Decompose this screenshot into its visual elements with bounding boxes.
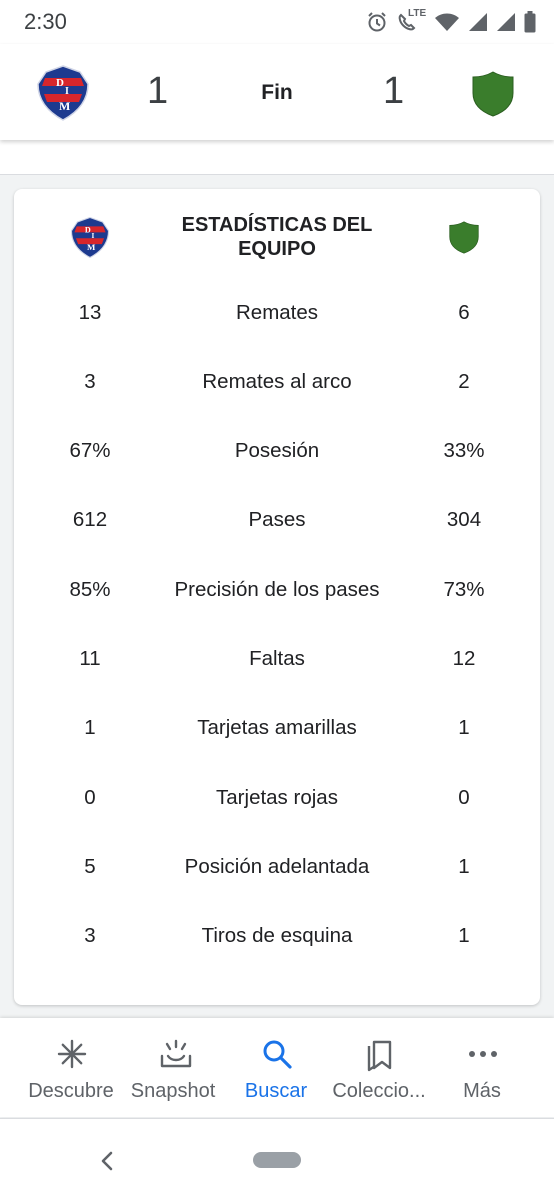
stat-label: Tiros de esquina <box>201 924 353 947</box>
svg-text:I: I <box>91 231 94 240</box>
stats-title: ESTADÍSTICAS DEL EQUIPO <box>181 214 373 260</box>
system-navigation-bar <box>0 1118 554 1201</box>
stat-row: 13 Remates 6 <box>14 301 540 331</box>
stat-row: 0 Tarjetas rojas 0 <box>14 786 540 816</box>
stat-row: 3 Remates al arco 2 <box>14 370 540 400</box>
home-pill-button[interactable] <box>253 1152 301 1168</box>
away-team-shield-icon <box>472 71 514 122</box>
stat-label: Remates al arco <box>202 370 352 393</box>
away-value: 1 <box>458 924 470 947</box>
stat-row: 5 Posición adelantada 1 <box>14 855 540 885</box>
home-value: 3 <box>84 924 96 947</box>
cell-signal-icon <box>496 12 516 32</box>
nav-collections[interactable]: Coleccio... <box>324 1018 434 1117</box>
team-stats-card: D I M ESTADÍSTICAS DEL EQUIPO 13 Remates… <box>14 189 540 1005</box>
status-time: 2:30 <box>24 9 67 34</box>
home-value: 11 <box>79 647 101 670</box>
stat-label: Faltas <box>249 647 305 670</box>
stat-label: Tarjetas amarillas <box>197 716 357 739</box>
collections-icon <box>367 1040 392 1072</box>
match-score-header[interactable]: D I M 1 Fin 1 <box>0 44 554 140</box>
bottom-navigation: Descubre Snapshot Buscar Coleccio... Más <box>0 1018 554 1117</box>
cell-signal-icon <box>468 12 488 32</box>
away-value: 6 <box>458 301 470 324</box>
lte-label: LTE <box>408 8 427 19</box>
stat-row: 67% Posesión 33% <box>14 439 540 469</box>
stat-label: Precisión de los pases <box>174 578 380 601</box>
nav-more[interactable]: Más <box>427 1018 537 1117</box>
stat-row: 1 Tarjetas amarillas 1 <box>14 716 540 746</box>
stat-label: Posesión <box>234 439 320 462</box>
stat-label: Remates <box>235 301 319 324</box>
stat-row: 612 Pases 304 <box>14 508 540 538</box>
stat-row: 85% Precisión de los pases 73% <box>14 578 540 608</box>
back-chevron-icon[interactable] <box>97 1149 117 1178</box>
home-value: 3 <box>84 370 96 393</box>
asterisk-icon <box>57 1039 87 1069</box>
battery-icon <box>524 11 536 33</box>
away-value: 304 <box>446 508 482 531</box>
away-value: 73% <box>443 578 485 601</box>
away-value: 2 <box>458 370 470 393</box>
more-dots-icon <box>469 1051 497 1057</box>
svg-text:M: M <box>87 242 96 252</box>
away-value: 1 <box>458 716 470 739</box>
away-value: 33% <box>443 439 485 462</box>
alarm-icon <box>366 11 388 33</box>
stat-label: Posición adelantada <box>184 855 370 878</box>
stat-row: 11 Faltas 12 <box>14 647 540 677</box>
home-team-crest-icon: D I M <box>70 216 110 264</box>
header-spacer <box>0 140 554 175</box>
nav-label: Más <box>463 1080 501 1102</box>
home-value: 5 <box>84 855 96 878</box>
status-icons: LTE <box>366 8 536 34</box>
away-team-shield-icon <box>449 221 479 259</box>
svg-text:D: D <box>85 225 91 234</box>
nav-snapshot[interactable]: Snapshot <box>118 1018 228 1117</box>
home-value: 13 <box>78 301 102 324</box>
stat-label: Tarjetas rojas <box>216 786 338 809</box>
away-value: 1 <box>458 855 470 878</box>
home-value: 0 <box>84 786 96 809</box>
home-value: 85% <box>69 578 111 601</box>
home-value: 67% <box>69 439 111 462</box>
away-value: 0 <box>458 786 470 809</box>
wifi-calling-lte-icon: LTE <box>396 8 427 34</box>
snapshot-icon <box>160 1039 192 1068</box>
home-value: 612 <box>72 508 108 531</box>
stat-label: Pases <box>248 508 306 531</box>
away-score: 1 <box>383 70 405 112</box>
match-status: Fin <box>261 81 293 104</box>
home-value: 1 <box>84 716 96 739</box>
away-value: 12 <box>452 647 476 670</box>
stat-row: 3 Tiros de esquina 1 <box>14 924 540 954</box>
nav-search[interactable]: Buscar <box>221 1018 331 1117</box>
wifi-icon <box>434 12 460 32</box>
status-bar: 2:30 LTE <box>0 0 554 44</box>
search-icon <box>263 1040 292 1069</box>
nav-discover[interactable]: Descubre <box>16 1018 126 1117</box>
